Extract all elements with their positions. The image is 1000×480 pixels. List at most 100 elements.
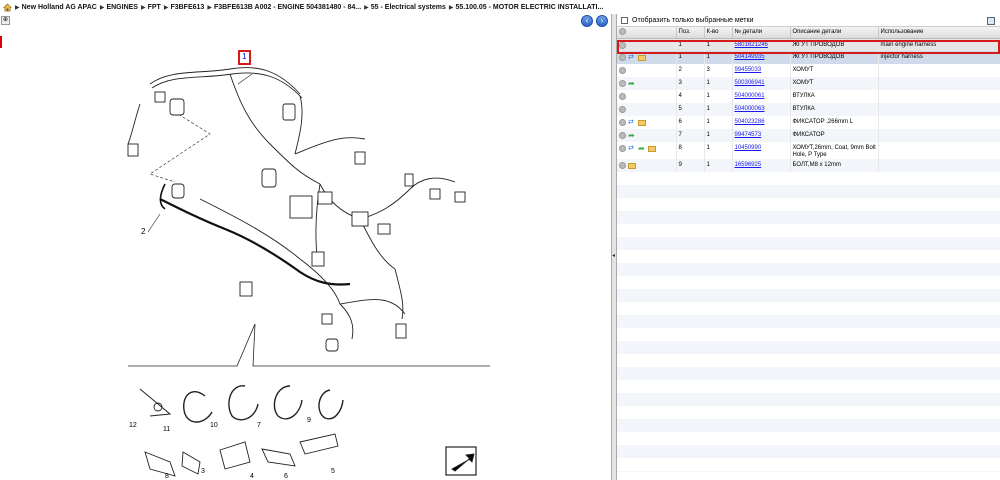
description-cell: ВТУЛКА	[790, 103, 879, 116]
show-selected-checkbox[interactable]	[621, 16, 628, 24]
callout-label[interactable]: 4	[250, 473, 254, 480]
description-cell: ХОМУТ,26mm, Coat, 9mm Bolt Hole, P Type	[790, 142, 879, 159]
select-row-icon[interactable]	[619, 93, 626, 100]
column-header[interactable]: Описание детали	[790, 27, 879, 39]
callout-label[interactable]: 5	[331, 468, 335, 475]
quantity-cell: 3	[706, 67, 710, 73]
breadcrumb-item[interactable]: New Holland AG APAC	[22, 4, 97, 11]
callout-label[interactable]: 7	[257, 422, 261, 429]
usage-cell	[878, 129, 1000, 142]
callout-label[interactable]: 9	[307, 417, 311, 424]
table-row[interactable]: ⇄ 6 1 504023286 ФИКСАТОР ,266mm L	[617, 116, 1000, 129]
select-row-icon[interactable]	[619, 80, 626, 87]
breadcrumb-separator-icon: ▶	[140, 4, 146, 11]
package-icon[interactable]	[628, 162, 636, 169]
table-row[interactable]: 2 3 99455033 ХОМУТ	[617, 64, 1000, 77]
export-icon[interactable]	[987, 17, 995, 25]
position-cell: 7	[676, 129, 705, 142]
quantity-cell: 1	[704, 129, 733, 142]
usage-cell	[878, 142, 1000, 159]
callout-label[interactable]: 6	[284, 473, 288, 480]
column-header[interactable]: К-во	[704, 27, 733, 39]
part-number-link[interactable]: 504000063	[735, 106, 765, 112]
breadcrumb-item[interactable]: ENGINES	[106, 4, 138, 11]
collapse-arrow-icon[interactable]: ◂	[612, 252, 616, 262]
position-cell: 5	[676, 103, 705, 116]
breadcrumb-item[interactable]: F3BFE613	[170, 4, 204, 11]
breadcrumb-item[interactable]: 55 - Electrical systems	[371, 4, 446, 11]
replacement-arrows-icon[interactable]: ⇄	[628, 145, 636, 152]
quantity-cell: 1	[704, 116, 733, 129]
home-icon[interactable]	[3, 2, 12, 12]
row-icons-cell: ➦	[617, 129, 677, 142]
callout-label[interactable]: 10	[210, 422, 218, 429]
breadcrumb-separator-icon: ▶	[15, 4, 20, 11]
part-number-cell: 500306941	[732, 77, 791, 90]
part-number-link[interactable]: 504149935	[735, 54, 765, 60]
callout-highlight-box	[238, 50, 251, 65]
table-row[interactable]: ⇄ ➦ 8 1 10450990 ХОМУТ,26mm, Coat, 9mm Bolt H…	[617, 142, 1000, 159]
quantity-cell: 1	[706, 162, 710, 168]
part-number-link[interactable]: 504000061	[735, 93, 765, 99]
selected-row-outline	[617, 40, 1000, 54]
select-row-icon[interactable]	[619, 145, 626, 152]
part-number-cell: 16596925	[732, 159, 791, 172]
goto-arrow-icon[interactable]: ➦	[638, 145, 646, 153]
table-row[interactable]: ➦ 7 1 99474573 ФИКСАТОР	[617, 129, 1000, 142]
column-header[interactable]: № детали	[732, 27, 791, 39]
package-icon[interactable]	[638, 119, 646, 126]
select-row-icon[interactable]	[619, 162, 626, 169]
usage-cell: injector harness	[880, 54, 923, 60]
position-cell: 4	[676, 90, 705, 103]
package-icon[interactable]	[638, 54, 646, 61]
description-cell: ХОМУТ	[792, 80, 814, 86]
part-number-link[interactable]: 99455033	[735, 67, 762, 73]
description-cell: ФИКСАТОР	[792, 132, 825, 138]
part-number-link[interactable]: 99474573	[735, 132, 762, 138]
callout-label[interactable]: 2	[141, 227, 145, 236]
position-cell: 9	[678, 162, 682, 168]
select-row-icon[interactable]	[619, 132, 626, 139]
description-cell: ХОМУТ	[790, 64, 879, 77]
part-number-link[interactable]: 10450990	[735, 145, 762, 151]
breadcrumb-item[interactable]: 55.100.05 - MOTOR ELECTRIC INSTALLATI...	[456, 4, 604, 11]
replacement-arrows-icon[interactable]: ⇄	[628, 54, 636, 61]
table-row[interactable]: 4 1 504000061 ВТУЛКА	[617, 90, 1000, 103]
usage-cell	[878, 116, 1000, 129]
table-row[interactable]: ➦ 3 1 500306941 ХОМУТ	[617, 77, 1000, 90]
part-number-cell: 99455033	[732, 64, 791, 77]
description-cell: ЖГУТ ПРОВОДОВ	[792, 54, 845, 60]
select-row-icon[interactable]	[619, 119, 626, 126]
goto-arrow-icon[interactable]: ➦	[628, 132, 636, 140]
callout-label[interactable]: 12	[129, 422, 137, 429]
breadcrumb-item[interactable]: FPT	[148, 4, 161, 11]
quantity-cell: 1	[706, 80, 710, 86]
part-number-link[interactable]: 504023286	[735, 119, 765, 125]
replacement-arrows-icon[interactable]: ⇄	[628, 119, 636, 126]
select-row-icon[interactable]	[619, 54, 626, 61]
part-number-link[interactable]: 16596925	[735, 162, 762, 168]
table-row[interactable]: 5 1 504000063 ВТУЛКА	[617, 103, 1000, 116]
table-row[interactable]: 9 1 16596925 БОЛТ,M8 x 12mm	[617, 159, 1000, 172]
callout-label[interactable]: 8	[165, 473, 169, 480]
select-all-icon[interactable]	[619, 27, 626, 35]
quantity-cell: 1	[706, 54, 710, 60]
description-cell: ХОМУТ	[790, 77, 879, 90]
select-row-icon[interactable]	[619, 67, 626, 74]
goto-arrow-icon[interactable]: ➦	[628, 80, 636, 88]
description-cell: ВТУЛКА	[790, 90, 879, 103]
quantity-cell: 1	[704, 142, 733, 159]
column-header[interactable]: Использование	[878, 27, 1000, 39]
column-header[interactable]: Поз.	[676, 27, 705, 39]
breadcrumb-item[interactable]: F3BFE613B A002 - ENGINE 504381480 - 84..…	[214, 4, 361, 11]
callout-label[interactable]: 11	[163, 426, 170, 433]
breadcrumb-separator-icon: ▶	[99, 4, 105, 11]
package-icon[interactable]	[648, 145, 656, 152]
position-cell: 8	[678, 145, 682, 151]
select-all-header[interactable]	[617, 27, 677, 39]
part-number-link[interactable]: 500306941	[735, 80, 765, 86]
select-row-icon[interactable]	[619, 106, 626, 113]
breadcrumb-separator-icon: ▶	[207, 4, 212, 11]
quantity-cell: 1	[706, 106, 710, 112]
callout-label[interactable]: 3	[201, 468, 205, 475]
